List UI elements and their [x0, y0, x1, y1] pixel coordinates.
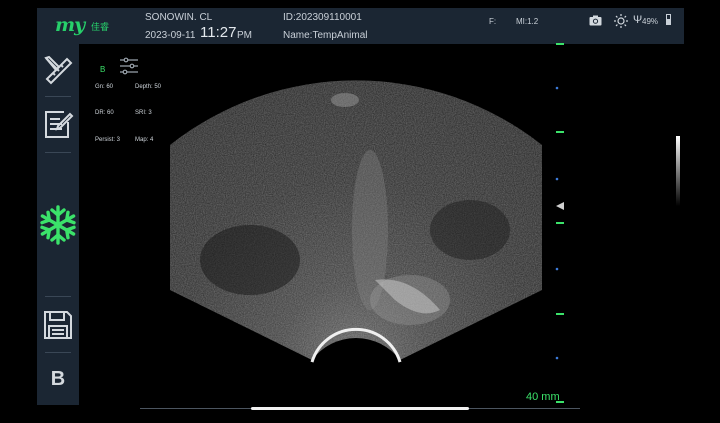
depth-ruler — [555, 43, 564, 403]
map-param: Map: 4 — [135, 137, 154, 143]
scan-sector — [170, 80, 542, 360]
focus-marker-icon — [556, 202, 564, 210]
settings-sliders-icon[interactable] — [119, 57, 139, 75]
depth-param: Depth: 50 — [135, 84, 162, 90]
home-indicator[interactable] — [251, 407, 469, 410]
grayscale-bar — [676, 136, 680, 206]
imaging-mode: B — [100, 65, 106, 74]
ultrasound-image[interactable] — [0, 0, 720, 423]
persist-param: Persist: 3 — [95, 137, 121, 143]
dr-param: DR: 60 — [95, 110, 114, 116]
scale-label: 40 mm — [526, 391, 560, 403]
sri-param: SRI: 3 — [135, 110, 152, 116]
gain-param: Gn: 60 — [95, 84, 114, 90]
